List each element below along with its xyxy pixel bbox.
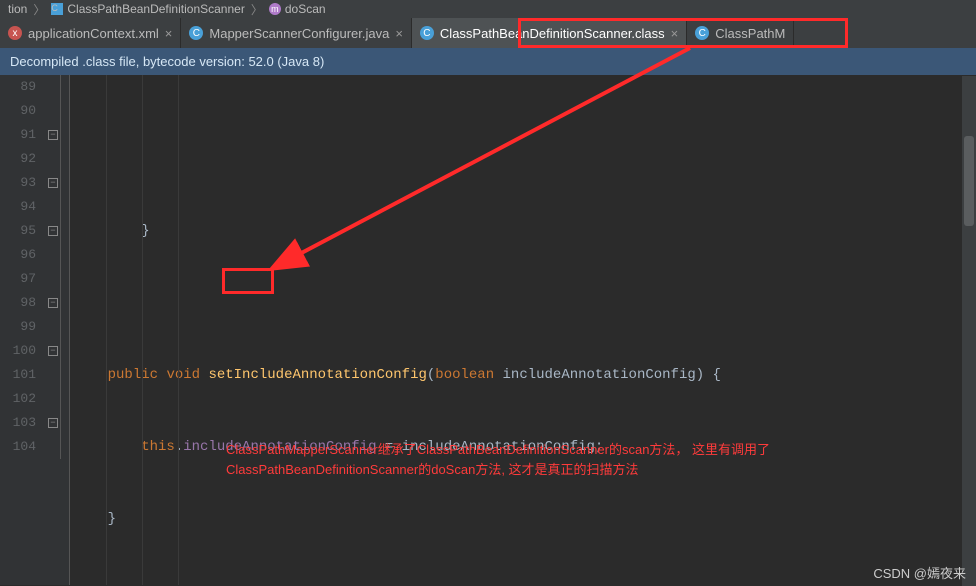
- line-number: 92: [0, 147, 36, 171]
- scrollbar-thumb[interactable]: [964, 136, 974, 226]
- fold-toggle-icon[interactable]: −: [48, 226, 58, 236]
- line-number: 98: [0, 291, 36, 315]
- tab-label: ClassPathBeanDefinitionScanner.class: [440, 26, 665, 41]
- breadcrumb-part: doScan: [285, 2, 326, 16]
- breadcrumb: tion 〉 C ClassPathBeanDefinitionScanner …: [0, 0, 976, 18]
- fold-toggle-icon[interactable]: −: [48, 178, 58, 188]
- line-number: 96: [0, 243, 36, 267]
- vertical-scrollbar[interactable]: [962, 76, 976, 586]
- line-number-gutter: 89 90 91 92 93 94 95 96 97 98 99 100 101…: [0, 75, 42, 585]
- close-icon[interactable]: ×: [395, 26, 403, 41]
- editor[interactable]: 89 90 91 92 93 94 95 96 97 98 99 100 101…: [0, 75, 976, 585]
- close-icon[interactable]: ×: [671, 26, 679, 41]
- class-icon: C: [51, 3, 63, 15]
- close-icon[interactable]: ×: [165, 26, 173, 41]
- tab-label: applicationContext.xml: [28, 26, 159, 41]
- code-line: }: [74, 507, 976, 531]
- fold-toggle-icon[interactable]: −: [48, 346, 58, 356]
- line-number: 99: [0, 315, 36, 339]
- decompiled-banner: Decompiled .class file, bytecode version…: [0, 48, 976, 75]
- code-area[interactable]: } public void setIncludeAnnotationConfig…: [70, 75, 976, 585]
- line-number: 100: [0, 339, 36, 363]
- line-number: 89: [0, 75, 36, 99]
- breadcrumb-sep: 〉: [33, 1, 45, 18]
- line-number: 93: [0, 171, 36, 195]
- line-number: 94: [0, 195, 36, 219]
- fold-toggle-icon[interactable]: −: [48, 298, 58, 308]
- tab-classpath-m[interactable]: C ClassPathM: [687, 18, 794, 48]
- line-number: 95: [0, 219, 36, 243]
- code-line: this.includeAnnotationConfig = includeAn…: [74, 435, 976, 459]
- line-number: 103: [0, 411, 36, 435]
- watermark: CSDN @嫣夜来: [873, 563, 966, 582]
- xml-file-icon: x: [8, 26, 22, 40]
- tab-bar: x applicationContext.xml × C MapperScann…: [0, 18, 976, 48]
- java-class-icon: C: [420, 26, 434, 40]
- line-number: 101: [0, 363, 36, 387]
- fold-toggle-icon[interactable]: −: [48, 418, 58, 428]
- line-number: 104: [0, 435, 36, 459]
- tab-label: MapperScannerConfigurer.java: [209, 26, 389, 41]
- breadcrumb-part: tion: [8, 2, 27, 16]
- line-number: 102: [0, 387, 36, 411]
- code-line: [74, 579, 976, 586]
- tab-label: ClassPathM: [715, 26, 785, 41]
- method-icon: m: [269, 3, 281, 15]
- line-number: 90: [0, 99, 36, 123]
- code-line: }: [74, 219, 976, 243]
- line-number: 97: [0, 267, 36, 291]
- tab-mapper-scanner[interactable]: C MapperScannerConfigurer.java ×: [181, 18, 412, 48]
- code-line: [74, 291, 976, 315]
- tab-classpath-scanner[interactable]: C ClassPathBeanDefinitionScanner.class ×: [412, 18, 687, 48]
- line-number: 91: [0, 123, 36, 147]
- fold-toggle-icon[interactable]: −: [48, 130, 58, 140]
- java-class-icon: C: [189, 26, 203, 40]
- breadcrumb-part: ClassPathBeanDefinitionScanner: [67, 2, 244, 16]
- code-line: public void setIncludeAnnotationConfig(b…: [74, 363, 976, 387]
- tab-application-context[interactable]: x applicationContext.xml ×: [0, 18, 181, 48]
- fold-column[interactable]: − − − − − −: [42, 75, 70, 585]
- java-class-icon: C: [695, 26, 709, 40]
- breadcrumb-sep: 〉: [251, 1, 263, 18]
